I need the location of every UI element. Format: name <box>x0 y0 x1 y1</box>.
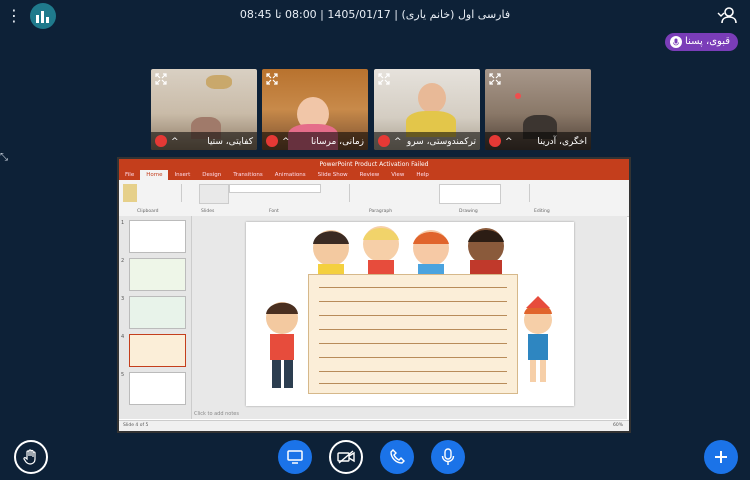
fullscreen-icon[interactable] <box>378 73 390 85</box>
slide-thumbnail[interactable] <box>129 258 186 291</box>
microphone-icon <box>441 448 455 465</box>
slide-thumbnail[interactable] <box>129 372 186 405</box>
audio-phone-button[interactable] <box>380 440 414 474</box>
participant-face <box>418 83 446 113</box>
slide-thumbnail[interactable] <box>129 296 186 329</box>
shapes-gallery[interactable] <box>439 184 501 204</box>
slide-thumbnail-selected[interactable] <box>129 334 186 367</box>
shared-presentation[interactable]: PowerPoint Product Activation Failed Fil… <box>117 157 631 433</box>
microphone-button[interactable] <box>431 440 465 474</box>
presenter-name: قبوی، پسنا <box>685 36 730 47</box>
tab-help[interactable]: Help <box>410 170 435 180</box>
video-tile[interactable]: ^ کفایتی، ستیا <box>151 69 257 150</box>
decoration <box>515 93 521 99</box>
ribbon-group-label: Drawing <box>459 209 478 214</box>
chevron-up-icon[interactable]: ^ <box>505 137 513 147</box>
chevron-up-icon[interactable]: ^ <box>171 137 179 147</box>
font-format-tools[interactable] <box>229 194 319 201</box>
microphone-icon <box>670 36 683 48</box>
ribbon-group-label: Slides <box>201 209 215 214</box>
slide-thumbnail[interactable] <box>129 220 186 253</box>
tab-animations[interactable]: Animations <box>269 170 312 180</box>
ribbon-group-label: Clipboard <box>137 209 159 214</box>
camera-off-icon <box>337 450 355 464</box>
actions-add-button[interactable] <box>704 440 738 474</box>
tab-review[interactable]: Review <box>354 170 386 180</box>
tab-insert[interactable]: Insert <box>168 170 196 180</box>
ppt-status-bar: Slide 4 of 5 60% <box>119 420 629 431</box>
muted-mic-icon <box>155 135 167 147</box>
slide-thumbnail-pane[interactable]: 1 2 3 4 5 <box>119 216 192 419</box>
participant-name: ترکمندوستی، سرو <box>406 137 476 147</box>
editing-tools[interactable] <box>529 184 570 202</box>
ribbon-group-label: Editing <box>534 209 550 214</box>
hand-icon <box>23 449 36 465</box>
notes-placeholder[interactable]: Click to add notes <box>194 411 239 417</box>
fullscreen-icon[interactable] <box>155 73 167 85</box>
meeting-title: فارسی اول (خانم یاری) | 1405/01/17 | 08:… <box>239 8 511 21</box>
ppt-ribbon-tabs: File Home Insert Design Transitions Anim… <box>119 170 629 180</box>
paste-icon[interactable] <box>123 184 137 202</box>
ribbon-group-label: Font <box>269 209 279 214</box>
chevron-up-icon[interactable]: ^ <box>394 137 402 147</box>
phone-icon <box>390 449 405 464</box>
tab-file[interactable]: File <box>119 170 140 180</box>
users-icon[interactable] <box>716 5 740 25</box>
raise-hand-button[interactable] <box>14 440 48 474</box>
screen-share-icon <box>287 450 303 464</box>
presenter-badge: قبوی، پسنا <box>665 33 738 51</box>
tab-transitions[interactable]: Transitions <box>227 170 268 180</box>
slide-counter: Slide 4 of 5 <box>123 423 149 428</box>
current-slide[interactable] <box>246 222 574 406</box>
muted-mic-icon <box>378 135 390 147</box>
zoom-level[interactable]: 60% <box>613 421 623 431</box>
participant-name: زمانی، مرسانا <box>311 137 364 147</box>
thumb-number: 3 <box>121 296 125 302</box>
participant-name: کفایتی، ستیا <box>207 137 253 147</box>
video-tile[interactable]: ^ زمانی، مرسانا <box>262 69 368 150</box>
thumb-number: 1 <box>121 220 125 226</box>
expand-icon[interactable]: ⤡ <box>0 152 8 164</box>
muted-mic-icon <box>266 135 278 147</box>
participant-name: اخگری، آدرینا <box>537 137 587 147</box>
slide-canvas[interactable]: Click to add notes <box>192 216 627 419</box>
chandelier <box>206 75 232 89</box>
font-name-box[interactable] <box>229 184 321 193</box>
tab-slide-show[interactable]: Slide Show <box>312 170 354 180</box>
fullscreen-icon[interactable] <box>489 73 501 85</box>
tab-design[interactable]: Design <box>196 170 227 180</box>
plus-icon <box>715 451 727 463</box>
thumb-number: 2 <box>121 258 125 264</box>
camera-button[interactable] <box>329 440 363 474</box>
thumb-number: 5 <box>121 372 125 378</box>
lesson-paper <box>308 274 518 394</box>
screen-share-button[interactable] <box>278 440 312 474</box>
video-tile[interactable]: ^ اخگری، آدرینا <box>485 69 591 150</box>
muted-mic-icon <box>489 135 501 147</box>
ppt-ribbon: Clipboard Slides Font Paragraph Drawing … <box>119 180 629 217</box>
video-tile[interactable]: ^ ترکمندوستی، سرو <box>374 69 480 150</box>
fullscreen-icon[interactable] <box>266 73 278 85</box>
tab-view[interactable]: View <box>385 170 410 180</box>
clipboard-tools[interactable] <box>141 184 182 202</box>
thumb-number: 4 <box>121 334 125 340</box>
ribbon-group-label: Paragraph <box>369 209 393 214</box>
chevron-up-icon[interactable]: ^ <box>282 137 290 147</box>
ppt-title-bar: PowerPoint Product Activation Failed <box>119 159 629 170</box>
new-slide-button[interactable] <box>199 184 229 204</box>
paragraph-tools[interactable] <box>349 184 430 202</box>
tab-home[interactable]: Home <box>140 170 169 180</box>
